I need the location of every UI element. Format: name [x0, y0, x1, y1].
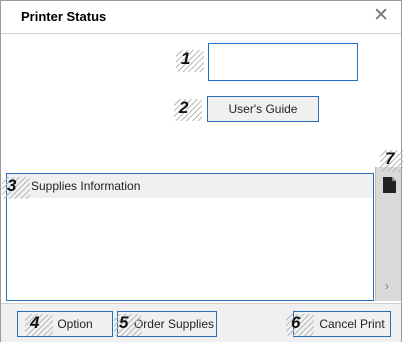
callout-7: 7 [379, 149, 403, 172]
supplies-information-panel: Supplies Information [6, 173, 374, 301]
status-display-box [208, 43, 358, 81]
window-title: Printer Status [21, 9, 107, 24]
document-icon[interactable] [383, 177, 396, 193]
users-guide-button[interactable]: User's Guide [207, 96, 319, 122]
printer-status-window: Printer Status ✕ 1 2 User's Guide Suppli… [0, 0, 403, 342]
callout-2: 2 [173, 98, 204, 121]
callout-3: 3 [1, 176, 32, 199]
side-panel: › [375, 167, 401, 301]
callout-4: 4 [24, 313, 55, 336]
callout-6: 6 [285, 313, 316, 336]
supplies-header: Supplies Information [7, 174, 373, 198]
title-bar: Printer Status ✕ [1, 1, 401, 34]
close-icon[interactable]: ✕ [373, 5, 389, 27]
chevron-right-icon[interactable]: › [385, 279, 389, 293]
callout-1: 1 [175, 49, 206, 72]
callout-5: 5 [113, 313, 144, 336]
